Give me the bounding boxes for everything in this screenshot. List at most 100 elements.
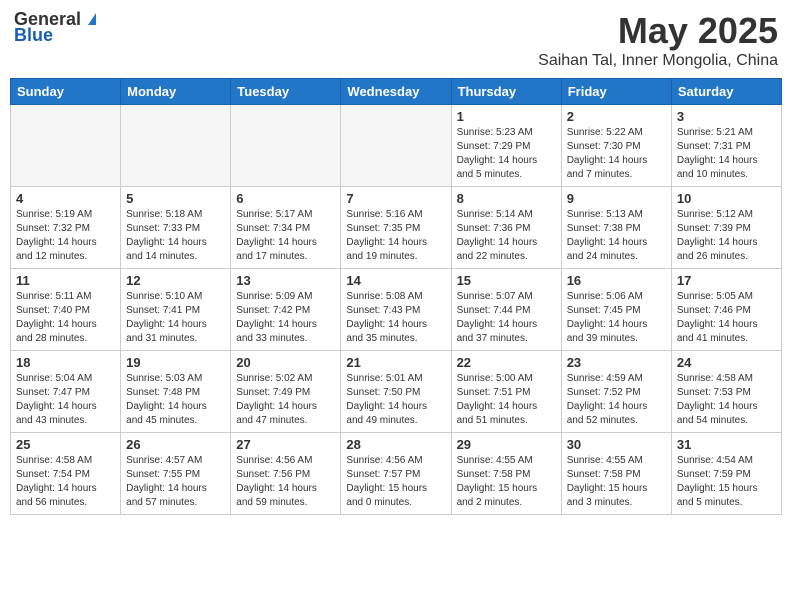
day-number: 10 <box>677 191 776 206</box>
day-info: Sunrise: 5:05 AM Sunset: 7:46 PM Dayligh… <box>677 290 776 346</box>
day-info: Sunrise: 4:55 AM Sunset: 7:58 PM Dayligh… <box>457 454 556 510</box>
day-number: 7 <box>346 191 445 206</box>
day-info: Sunrise: 5:11 AM Sunset: 7:40 PM Dayligh… <box>16 290 115 346</box>
day-info: Sunrise: 5:03 AM Sunset: 7:48 PM Dayligh… <box>126 372 225 428</box>
day-info: Sunrise: 4:54 AM Sunset: 7:59 PM Dayligh… <box>677 454 776 510</box>
calendar-cell: 20 Sunrise: 5:02 AM Sunset: 7:49 PM Dayli… <box>231 351 341 433</box>
day-info: Sunrise: 5:10 AM Sunset: 7:41 PM Dayligh… <box>126 290 225 346</box>
day-info: Sunrise: 5:17 AM Sunset: 7:34 PM Dayligh… <box>236 208 335 264</box>
day-number: 8 <box>457 191 556 206</box>
calendar-cell: 3Sunrise: 5:21 AM Sunset: 7:31 PM Daylig… <box>671 105 781 187</box>
calendar-table: SundayMondayTuesdayWednesdayThursdayFrid… <box>10 78 782 515</box>
day-info: Sunrise: 4:58 AM Sunset: 7:54 PM Dayligh… <box>16 454 115 510</box>
day-number: 20 <box>236 355 335 370</box>
calendar-cell: 14Sunrise: 5:08 AM Sunset: 7:43 PM Dayli… <box>341 269 451 351</box>
day-number: 21 <box>346 355 445 370</box>
calendar-cell: 2 Sunrise: 5:22 AM Sunset: 7:30 PM Daylig… <box>561 105 671 187</box>
day-info: Sunrise: 5:22 AM Sunset: 7:30 PM Dayligh… <box>567 126 666 182</box>
day-info: Sunrise: 5:06 AM Sunset: 7:45 PM Dayligh… <box>567 290 666 346</box>
calendar-cell: 11 Sunrise: 5:11 AM Sunset: 7:40 PM Dayli… <box>11 269 121 351</box>
day-info: Sunrise: 5:23 AM Sunset: 7:29 PM Dayligh… <box>457 126 556 182</box>
day-info: Sunrise: 5:02 AM Sunset: 7:49 PM Dayligh… <box>236 372 335 428</box>
calendar-cell: 18Sunrise: 5:04 AM Sunset: 7:47 PM Dayli… <box>11 351 121 433</box>
page-header: General Blue May 2025 Saihan Tal, Inner … <box>10 10 782 70</box>
day-info: Sunrise: 4:56 AM Sunset: 7:57 PM Dayligh… <box>346 454 445 510</box>
day-info: Sunrise: 4:59 AM Sunset: 7:52 PM Dayligh… <box>567 372 666 428</box>
week-row-0: 1 Sunrise: 5:23 AM Sunset: 7:29 PM Daylig… <box>11 105 782 187</box>
logo-triangle-icon <box>83 9 101 27</box>
day-number: 1 <box>457 109 556 124</box>
day-info: Sunrise: 4:56 AM Sunset: 7:56 PM Dayligh… <box>236 454 335 510</box>
calendar-body: 1 Sunrise: 5:23 AM Sunset: 7:29 PM Daylig… <box>11 105 782 515</box>
day-info: Sunrise: 4:58 AM Sunset: 7:53 PM Dayligh… <box>677 372 776 428</box>
day-number: 19 <box>126 355 225 370</box>
calendar-cell: 19 Sunrise: 5:03 AM Sunset: 7:48 PM Dayli… <box>121 351 231 433</box>
day-number: 16 <box>567 273 666 288</box>
calendar-cell: 21 Sunrise: 5:01 AM Sunset: 7:50 PM Dayli… <box>341 351 451 433</box>
calendar-cell: 26 Sunrise: 4:57 AM Sunset: 7:55 PM Dayli… <box>121 433 231 515</box>
day-info: Sunrise: 5:00 AM Sunset: 7:51 PM Dayligh… <box>457 372 556 428</box>
calendar-cell: 12 Sunrise: 5:10 AM Sunset: 7:41 PM Dayli… <box>121 269 231 351</box>
day-number: 27 <box>236 437 335 452</box>
calendar-cell: 22 Sunrise: 5:00 AM Sunset: 7:51 PM Dayli… <box>451 351 561 433</box>
calendar-cell: 17Sunrise: 5:05 AM Sunset: 7:46 PM Dayli… <box>671 269 781 351</box>
calendar-cell <box>121 105 231 187</box>
day-number: 3 <box>677 109 776 124</box>
day-info: Sunrise: 5:01 AM Sunset: 7:50 PM Dayligh… <box>346 372 445 428</box>
day-number: 25 <box>16 437 115 452</box>
day-number: 30 <box>567 437 666 452</box>
calendar-cell: 30 Sunrise: 4:55 AM Sunset: 7:58 PM Dayli… <box>561 433 671 515</box>
calendar-cell: 24 Sunrise: 4:58 AM Sunset: 7:53 PM Dayli… <box>671 351 781 433</box>
day-number: 22 <box>457 355 556 370</box>
day-number: 26 <box>126 437 225 452</box>
calendar-cell: 25 Sunrise: 4:58 AM Sunset: 7:54 PM Dayli… <box>11 433 121 515</box>
day-number: 2 <box>567 109 666 124</box>
calendar-cell <box>341 105 451 187</box>
week-row-1: 4 Sunrise: 5:19 AM Sunset: 7:32 PM Daylig… <box>11 187 782 269</box>
day-number: 4 <box>16 191 115 206</box>
weekday-header-monday: Monday <box>121 79 231 105</box>
day-info: Sunrise: 5:07 AM Sunset: 7:44 PM Dayligh… <box>457 290 556 346</box>
calendar-cell: 5Sunrise: 5:18 AM Sunset: 7:33 PM Daylig… <box>121 187 231 269</box>
weekday-header-saturday: Saturday <box>671 79 781 105</box>
day-info: Sunrise: 5:16 AM Sunset: 7:35 PM Dayligh… <box>346 208 445 264</box>
month-title: May 2025 <box>538 10 778 52</box>
location-title: Saihan Tal, Inner Mongolia, China <box>538 52 778 70</box>
day-info: Sunrise: 5:19 AM Sunset: 7:32 PM Dayligh… <box>16 208 115 264</box>
weekday-header-tuesday: Tuesday <box>231 79 341 105</box>
calendar-cell: 8 Sunrise: 5:14 AM Sunset: 7:36 PM Daylig… <box>451 187 561 269</box>
day-number: 24 <box>677 355 776 370</box>
week-row-4: 25 Sunrise: 4:58 AM Sunset: 7:54 PM Dayli… <box>11 433 782 515</box>
day-number: 11 <box>16 273 115 288</box>
day-number: 9 <box>567 191 666 206</box>
day-info: Sunrise: 5:08 AM Sunset: 7:43 PM Dayligh… <box>346 290 445 346</box>
calendar-cell: 29 Sunrise: 4:55 AM Sunset: 7:58 PM Dayli… <box>451 433 561 515</box>
day-info: Sunrise: 4:55 AM Sunset: 7:58 PM Dayligh… <box>567 454 666 510</box>
day-number: 12 <box>126 273 225 288</box>
week-row-3: 18Sunrise: 5:04 AM Sunset: 7:47 PM Dayli… <box>11 351 782 433</box>
calendar-cell: 10 Sunrise: 5:12 AM Sunset: 7:39 PM Dayli… <box>671 187 781 269</box>
day-number: 6 <box>236 191 335 206</box>
day-info: Sunrise: 5:12 AM Sunset: 7:39 PM Dayligh… <box>677 208 776 264</box>
day-number: 29 <box>457 437 556 452</box>
calendar-cell: 4 Sunrise: 5:19 AM Sunset: 7:32 PM Daylig… <box>11 187 121 269</box>
calendar-cell: 9Sunrise: 5:13 AM Sunset: 7:38 PM Daylig… <box>561 187 671 269</box>
day-number: 18 <box>16 355 115 370</box>
week-row-2: 11 Sunrise: 5:11 AM Sunset: 7:40 PM Dayli… <box>11 269 782 351</box>
day-info: Sunrise: 5:09 AM Sunset: 7:42 PM Dayligh… <box>236 290 335 346</box>
calendar-cell: 27 Sunrise: 4:56 AM Sunset: 7:56 PM Dayli… <box>231 433 341 515</box>
day-number: 15 <box>457 273 556 288</box>
day-number: 28 <box>346 437 445 452</box>
day-info: Sunrise: 4:57 AM Sunset: 7:55 PM Dayligh… <box>126 454 225 510</box>
calendar-cell <box>11 105 121 187</box>
day-info: Sunrise: 5:18 AM Sunset: 7:33 PM Dayligh… <box>126 208 225 264</box>
weekday-header-wednesday: Wednesday <box>341 79 451 105</box>
day-info: Sunrise: 5:14 AM Sunset: 7:36 PM Dayligh… <box>457 208 556 264</box>
weekday-header-sunday: Sunday <box>11 79 121 105</box>
title-area: May 2025 Saihan Tal, Inner Mongolia, Chi… <box>538 10 778 70</box>
calendar-cell: 13Sunrise: 5:09 AM Sunset: 7:42 PM Dayli… <box>231 269 341 351</box>
calendar-cell: 15 Sunrise: 5:07 AM Sunset: 7:44 PM Dayli… <box>451 269 561 351</box>
logo-blue: Blue <box>14 26 53 46</box>
day-number: 31 <box>677 437 776 452</box>
day-number: 23 <box>567 355 666 370</box>
